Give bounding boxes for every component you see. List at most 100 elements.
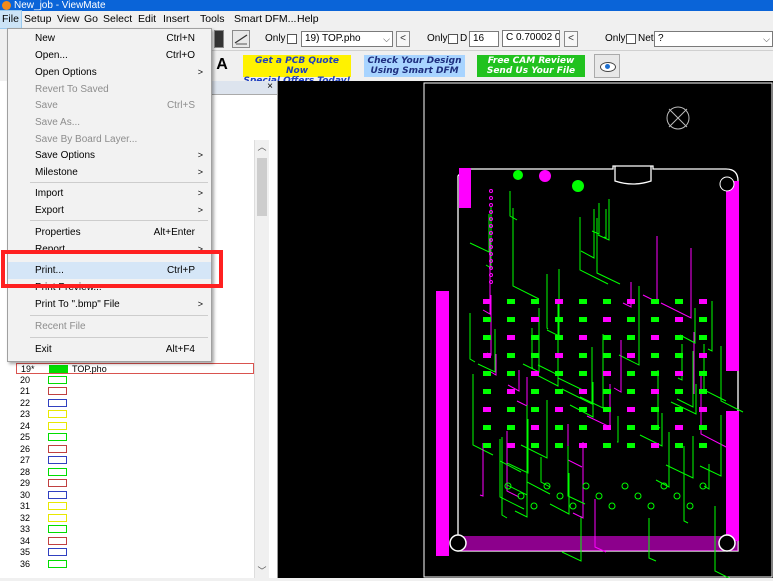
layer-row[interactable]: 21 — [16, 386, 254, 397]
layer-row[interactable]: 19* TOP.pho — [16, 363, 254, 374]
cam-review-banner[interactable]: Free CAM Review Send Us Your File — [477, 55, 585, 77]
prev-dcode-button[interactable]: < — [564, 31, 578, 47]
menu-item-export[interactable]: Export > — [8, 202, 211, 219]
layer-number: 36 — [20, 558, 31, 569]
smd-pad — [675, 443, 683, 448]
menu-item-properties[interactable]: Properties Alt+Enter — [8, 224, 211, 241]
only-d-checkbox[interactable] — [448, 34, 458, 44]
only-layer-checkbox[interactable] — [287, 34, 297, 44]
via — [489, 203, 493, 207]
menu-edit[interactable]: Edit — [136, 11, 158, 28]
via — [699, 482, 707, 490]
menu-tools[interactable]: Tools — [198, 11, 227, 28]
menu-setup[interactable]: Setup — [22, 11, 53, 28]
menu-insert[interactable]: Insert — [161, 11, 191, 28]
menu-item-label: Save — [35, 100, 58, 111]
layer-color-swatch[interactable] — [48, 456, 67, 464]
layer-row[interactable]: 31 — [16, 501, 254, 512]
layer-toggle-icon[interactable] — [214, 30, 224, 48]
aperture-field[interactable]: C 0.70002 0 — [502, 30, 560, 47]
layer-color-swatch[interactable] — [48, 433, 67, 441]
layer-row[interactable]: 33 — [16, 524, 254, 535]
menu-item-exit[interactable]: Exit Alt+F4 — [8, 341, 211, 358]
layer-color-swatch[interactable] — [48, 513, 67, 522]
menu-select[interactable]: Select — [101, 11, 134, 28]
eye-icon[interactable] — [594, 54, 620, 78]
layer-row[interactable]: 34 — [16, 536, 254, 547]
measure-icon[interactable] — [232, 30, 250, 48]
layer-color-swatch[interactable] — [48, 479, 67, 487]
smd-pad — [483, 389, 491, 394]
smd-pad — [483, 299, 491, 304]
menu-item-label: Recent File — [35, 321, 86, 332]
via — [595, 492, 603, 500]
layer-row[interactable]: 24 — [16, 421, 254, 432]
smd-pad — [555, 299, 563, 304]
pcb-quote-banner[interactable]: Get a PCB Quote Now Special Offers Today… — [243, 55, 351, 86]
smart-dfm-banner[interactable]: Check Your Design Using Smart DFM — [364, 55, 465, 77]
layer-color-swatch[interactable] — [48, 375, 67, 384]
layer-color-swatch[interactable] — [48, 387, 67, 395]
menu-item-new[interactable]: New Ctrl+N — [8, 30, 211, 47]
smd-pad — [603, 443, 611, 448]
menu-smart-dfm[interactable]: Smart DFM... — [232, 11, 298, 28]
chevron-up-icon[interactable]: ︿ — [255, 140, 269, 154]
smd-pad — [603, 335, 611, 340]
layer-color-swatch[interactable] — [48, 502, 67, 510]
layer-row[interactable]: 25 — [16, 432, 254, 443]
layer-number: 30 — [20, 489, 31, 500]
layer-row[interactable]: 26 — [16, 444, 254, 455]
menu-item-open-options[interactable]: Open Options > — [8, 64, 211, 81]
axis-icon[interactable]: A — [212, 55, 232, 75]
prev-layer-button[interactable]: < — [396, 31, 410, 47]
d-code-field[interactable]: 16 — [469, 31, 499, 47]
via — [608, 502, 616, 510]
menu-item-import[interactable]: Import > — [8, 185, 211, 202]
menu-go[interactable]: Go — [82, 11, 100, 28]
layer-row[interactable]: 22 — [16, 398, 254, 409]
only-net-checkbox[interactable] — [626, 34, 636, 44]
close-icon[interactable]: × — [267, 81, 273, 93]
menu-view[interactable]: View — [55, 11, 82, 28]
layer-row[interactable]: 32 — [16, 513, 254, 524]
menu-item-open[interactable]: Open... Ctrl+O — [8, 47, 211, 64]
pad — [513, 170, 523, 180]
layer-row[interactable]: 28 — [16, 467, 254, 478]
smd-pad — [675, 407, 683, 412]
layer-row[interactable]: 27 — [16, 455, 254, 466]
chevron-down-icon: ⌵ — [763, 34, 770, 44]
smd-pad — [603, 389, 611, 394]
layer-number: 19* — [21, 364, 35, 374]
layer-color-swatch[interactable] — [48, 467, 67, 476]
layer-color-swatch[interactable] — [48, 490, 67, 499]
layer-color-swatch[interactable] — [48, 398, 67, 407]
layer-color-swatch[interactable] — [48, 536, 67, 545]
net-dropdown[interactable]: ? ⌵ — [654, 31, 773, 47]
layer-color-swatch[interactable] — [48, 559, 67, 568]
edge-pad — [726, 411, 739, 541]
smd-pad — [699, 407, 707, 412]
chevron-down-icon[interactable]: ﹀ — [255, 564, 269, 578]
menu-item-print-bmp[interactable]: Print To ".bmp" File > — [8, 296, 211, 313]
layer-scrollbar[interactable]: ︿ ﹀ — [254, 140, 269, 578]
scroll-thumb[interactable] — [257, 158, 267, 216]
menu-help[interactable]: Help — [295, 11, 321, 28]
layer-color-swatch[interactable] — [49, 365, 68, 373]
layer-row[interactable]: 30 — [16, 490, 254, 501]
menu-item-milestone[interactable]: Milestone > — [8, 164, 211, 181]
net-dropdown-value: ? — [658, 33, 664, 44]
layer-row[interactable]: 23 — [16, 409, 254, 420]
layer-color-swatch[interactable] — [48, 421, 67, 430]
menu-file[interactable]: File — [0, 10, 22, 29]
pcb-canvas[interactable] — [278, 81, 773, 581]
layer-row[interactable]: 36 — [16, 559, 254, 570]
layer-dropdown[interactable]: 19) TOP.pho ⌵ — [301, 31, 393, 47]
layer-row[interactable]: 20 — [16, 375, 254, 386]
layer-color-swatch[interactable] — [48, 548, 67, 556]
layer-row[interactable]: 35 — [16, 547, 254, 558]
layer-color-swatch[interactable] — [48, 444, 67, 453]
layer-row[interactable]: 29 — [16, 478, 254, 489]
layer-color-swatch[interactable] — [48, 525, 67, 533]
menu-item-save-options[interactable]: Save Options > — [8, 147, 211, 164]
layer-color-swatch[interactable] — [48, 410, 67, 418]
